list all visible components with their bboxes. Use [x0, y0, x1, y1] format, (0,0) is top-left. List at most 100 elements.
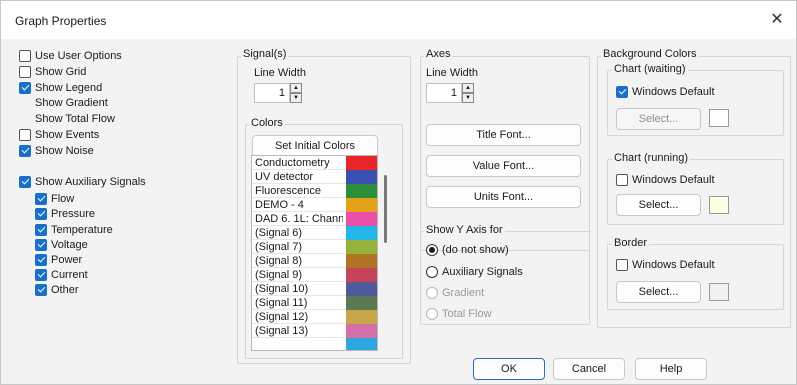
colors-group-label: Colors [249, 117, 285, 129]
option-use-user-options[interactable]: Use User Options [19, 49, 122, 63]
color-swatch[interactable] [346, 240, 377, 254]
option-show-noise[interactable]: Show Noise [19, 144, 94, 158]
option-show-legend[interactable]: Show Legend [19, 81, 102, 95]
checkbox-checked-icon[interactable] [35, 239, 47, 251]
list-scrollbar[interactable] [384, 175, 387, 243]
list-item[interactable]: (Signal 9) [252, 268, 377, 282]
checkbox-checked-icon[interactable] [35, 208, 47, 220]
list-item[interactable]: (Signal 13) [252, 324, 377, 338]
option-show-grid[interactable]: Show Grid [19, 65, 86, 79]
radio-icon[interactable] [426, 266, 438, 278]
color-swatch[interactable] [346, 170, 377, 184]
checkbox-icon[interactable] [616, 259, 628, 271]
option-show-auxiliary-signals[interactable]: Show Auxiliary Signals [19, 175, 146, 189]
list-item[interactable]: UV detector [252, 170, 377, 184]
border-color-swatch[interactable] [709, 283, 729, 301]
color-swatch[interactable] [346, 198, 377, 212]
color-swatch[interactable] [346, 338, 377, 350]
checkbox-checked-icon[interactable] [616, 86, 628, 98]
spin-down-icon[interactable]: ▼ [290, 93, 302, 103]
color-swatch[interactable] [346, 226, 377, 240]
color-swatch[interactable] [346, 254, 377, 268]
aux-other[interactable]: Other [35, 283, 79, 297]
window-title: Graph Properties [15, 14, 107, 28]
running-windows-default[interactable]: Windows Default [616, 173, 715, 187]
checkbox-checked-icon[interactable] [35, 193, 47, 205]
checkbox-checked-icon[interactable] [35, 284, 47, 296]
spin-up-icon[interactable]: ▲ [290, 83, 302, 93]
cancel-button[interactable]: Cancel [553, 358, 625, 380]
waiting-color-swatch[interactable] [709, 109, 729, 127]
radio-selected-icon[interactable] [426, 244, 438, 256]
list-item[interactable]: (Signal 10) [252, 282, 377, 296]
list-item[interactable]: DEMO - 4 [252, 198, 377, 212]
list-item[interactable]: Fluorescence [252, 184, 377, 198]
checkbox-checked-icon[interactable] [19, 82, 31, 94]
units-font-button[interactable]: Units Font... [426, 186, 581, 208]
list-item[interactable]: (Signal 6) [252, 226, 377, 240]
ok-button[interactable]: OK [473, 358, 545, 380]
radio-icon [426, 308, 438, 320]
color-swatch[interactable] [346, 156, 377, 170]
signal-color-list[interactable]: Conductometry UV detector Fluorescence D… [251, 155, 378, 351]
aux-temperature[interactable]: Temperature [35, 223, 113, 237]
color-swatch[interactable] [346, 268, 377, 282]
checkbox-checked-icon[interactable] [35, 269, 47, 281]
axes-line-width-label: Line Width [426, 67, 478, 79]
list-item[interactable]: (Signal 12) [252, 310, 377, 324]
border-windows-default[interactable]: Windows Default [616, 258, 715, 272]
radio-do-not-show[interactable]: (do not show) [426, 244, 509, 256]
chart-waiting-label: Chart (waiting) [612, 63, 688, 75]
graph-properties-dialog: Graph Properties ✕ Use User Options Show… [0, 0, 797, 385]
checkbox-checked-icon[interactable] [19, 145, 31, 157]
aux-voltage[interactable]: Voltage [35, 238, 88, 252]
checkbox-icon[interactable] [19, 66, 31, 78]
aux-power[interactable]: Power [35, 253, 82, 267]
signals-line-width-spinner[interactable]: 1 ▲ ▼ [254, 83, 302, 103]
checkbox-icon[interactable] [19, 129, 31, 141]
border-label: Border [612, 237, 650, 249]
spin-down-icon[interactable]: ▼ [462, 93, 474, 103]
running-color-swatch[interactable] [709, 196, 729, 214]
value-font-button[interactable]: Value Font... [426, 155, 581, 177]
color-swatch[interactable] [346, 282, 377, 296]
y-axis-group-label: Show Y Axis for [424, 224, 505, 236]
checkbox-icon[interactable] [616, 174, 628, 186]
list-item[interactable]: Conductometry [252, 156, 377, 170]
title-font-button[interactable]: Title Font... [426, 124, 581, 146]
radio-auxiliary-signals[interactable]: Auxiliary Signals [426, 266, 523, 278]
axes-line-width-value[interactable]: 1 [426, 83, 462, 103]
chart-running-label: Chart (running) [612, 152, 690, 164]
aux-flow[interactable]: Flow [35, 192, 74, 206]
close-icon[interactable]: ✕ [766, 9, 788, 31]
checkbox-checked-icon[interactable] [35, 254, 47, 266]
list-item[interactable]: DAD 6. 1L: Channel [252, 212, 377, 226]
border-select-button[interactable]: Select... [616, 281, 701, 303]
list-item[interactable]: (Signal 7) [252, 240, 377, 254]
aux-current[interactable]: Current [35, 268, 88, 282]
checkbox-icon[interactable] [19, 50, 31, 62]
checkbox-checked-icon[interactable] [19, 176, 31, 188]
aux-pressure[interactable]: Pressure [35, 207, 95, 221]
axes-group-label: Axes [424, 48, 453, 60]
list-item[interactable]: (Signal 8) [252, 254, 377, 268]
checkbox-checked-icon[interactable] [35, 224, 47, 236]
color-swatch[interactable] [346, 324, 377, 338]
option-show-events[interactable]: Show Events [19, 128, 99, 142]
list-item[interactable] [252, 338, 377, 350]
waiting-select-button: Select... [616, 108, 701, 130]
option-show-total-flow: Show Total Flow [35, 113, 115, 125]
axes-line-width-spinner[interactable]: 1 ▲ ▼ [426, 83, 474, 103]
set-initial-colors-button[interactable]: Set Initial Colors [252, 135, 378, 157]
color-swatch[interactable] [346, 310, 377, 324]
color-swatch[interactable] [346, 296, 377, 310]
help-button[interactable]: Help [635, 358, 707, 380]
list-item[interactable]: (Signal 11) [252, 296, 377, 310]
spin-up-icon[interactable]: ▲ [462, 83, 474, 93]
radio-total-flow: Total Flow [426, 308, 492, 320]
color-swatch[interactable] [346, 184, 377, 198]
waiting-windows-default[interactable]: Windows Default [616, 85, 715, 99]
running-select-button[interactable]: Select... [616, 194, 701, 216]
signals-line-width-value[interactable]: 1 [254, 83, 290, 103]
color-swatch[interactable] [346, 212, 377, 226]
